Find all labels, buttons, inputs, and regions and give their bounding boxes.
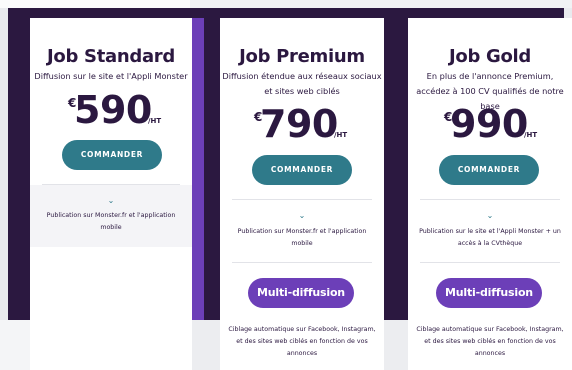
plan-price: € 790 /HT <box>220 104 384 148</box>
divider <box>232 199 372 200</box>
multi-diffusion-text: Ciblage automatique sur Facebook, Instag… <box>228 326 376 357</box>
plan-card-standard: Job Standard Diffusion sur le site et l'… <box>30 18 192 370</box>
plan-description: Diffusion étendue aux réseaux sociaux et… <box>222 71 382 96</box>
chevron-down-icon[interactable]: ⌄ <box>220 211 384 221</box>
plan-card-premium: Job Premium Diffusion étendue aux réseau… <box>220 18 384 370</box>
divider <box>232 262 372 263</box>
page-background-top-right <box>190 0 572 8</box>
price-amount: 790 <box>260 102 338 146</box>
price-amount: 590 <box>74 88 152 132</box>
multi-diffusion-button[interactable]: Multi-diffusion <box>436 278 542 308</box>
chevron-down-icon[interactable]: ⌄ <box>408 211 572 221</box>
commander-button[interactable]: COMMANDER <box>62 140 162 170</box>
divider <box>420 199 560 200</box>
feature-text: Publication sur le site et l'Appli Monst… <box>419 228 561 247</box>
divider <box>42 184 180 185</box>
price-amount: 990 <box>450 102 528 146</box>
multi-diffusion-text: Ciblage automatique sur Facebook, Instag… <box>416 326 564 357</box>
price-unit: /HT <box>148 117 162 125</box>
plan-title: Job Standard <box>47 46 175 67</box>
commander-button[interactable]: COMMANDER <box>439 155 539 185</box>
page-background-bottom-left <box>0 320 30 370</box>
divider <box>420 262 560 263</box>
plan-title: Job Premium <box>239 46 365 67</box>
commander-button[interactable]: COMMANDER <box>252 155 352 185</box>
chevron-down-icon[interactable]: ⌄ <box>30 196 192 206</box>
feature-text: Publication sur Monster.fr et l'applicat… <box>237 228 367 247</box>
feature-text: Publication sur Monster.fr et l'applicat… <box>46 212 176 231</box>
plan-card-gold: Job Gold En plus de l'annonce Premium, a… <box>408 18 572 370</box>
price-unit: /HT <box>334 131 348 139</box>
page-background-top <box>0 0 190 8</box>
plan-description: Diffusion sur le site et l'Appli Monster <box>34 71 188 81</box>
price-unit: /HT <box>524 131 538 139</box>
pricing-section-accent <box>190 18 204 320</box>
plan-price: € 590 /HT <box>30 90 192 134</box>
plan-price: € 990 /HT <box>408 104 572 148</box>
plan-title: Job Gold <box>448 46 531 67</box>
multi-diffusion-button[interactable]: Multi-diffusion <box>248 278 354 308</box>
